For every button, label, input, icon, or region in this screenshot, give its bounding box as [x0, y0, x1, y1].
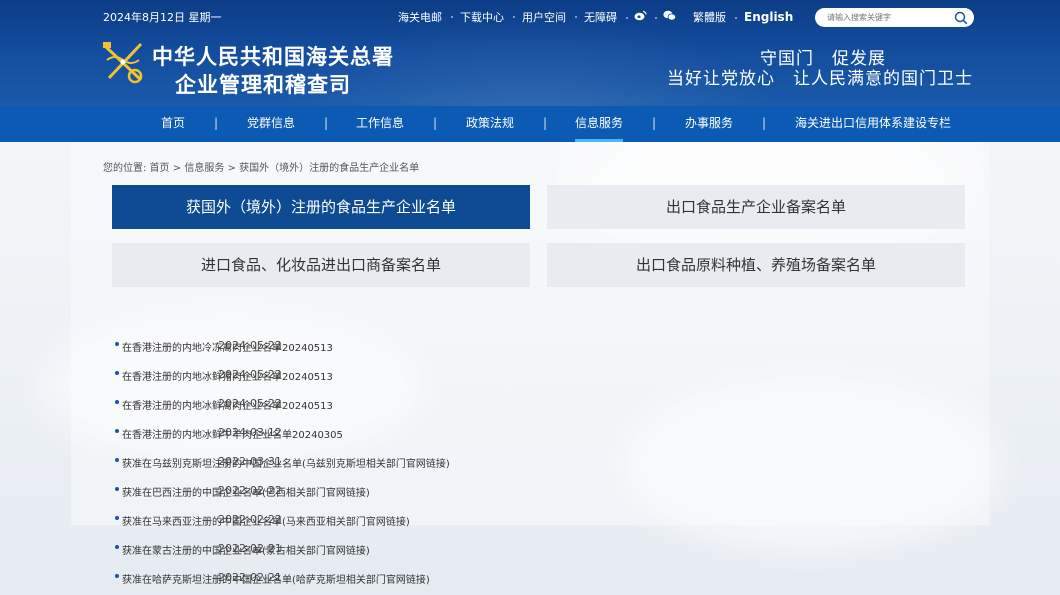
search-input[interactable] — [827, 10, 945, 25]
list-item: 获准在蒙古注册的中国企业名单(蒙古相关部门官网链接) 2022-02-21 — [115, 534, 966, 563]
nav-item-credit-system[interactable]: 海关进出口信用体系建设专栏 — [795, 106, 951, 142]
nav-item-party-info[interactable]: 党群信息 — [247, 106, 295, 142]
slogan-line2: 当好让党放心 让人民满意的国门卫士 — [667, 69, 973, 89]
nav-separator: | — [762, 116, 767, 130]
link-user-space[interactable]: 用户空间 — [513, 9, 575, 25]
tab-raw-material-farms[interactable]: 出口食品原料种植、养殖场备案名单 — [547, 243, 965, 287]
list-item-date: 2022-02-21 — [218, 571, 282, 584]
list-item-date: 2024-03-12 — [218, 426, 282, 439]
breadcrumb-separator: > — [227, 163, 236, 174]
current-date: 2024年8月12日 星期一 — [103, 11, 222, 24]
link-download-center[interactable]: 下载中心 — [451, 9, 513, 25]
list-item: 在香港注册的内地冰鲜禽肉企业名单20240513 2024-05-22 — [115, 389, 966, 418]
link-customs-email[interactable]: 海关电邮 — [389, 9, 451, 25]
search-box — [815, 8, 974, 27]
link-english[interactable]: English — [735, 10, 802, 24]
list-item-date: 2022-03-31 — [218, 455, 282, 468]
bullet-icon — [115, 342, 119, 346]
bullet-icon — [115, 371, 119, 375]
nav-item-info-service[interactable]: 信息服务 — [575, 106, 624, 142]
breadcrumb-info-service[interactable]: 信息服务 — [184, 163, 224, 174]
notice-list: 在香港注册的内地冷冻禽肉企业名单20240513 2024-05-22 在香港注… — [115, 331, 966, 592]
list-item: 获准在乌兹别克斯坦注册的中国企业名单(乌兹别克斯坦相关部门官网链接) 2022-… — [115, 447, 966, 476]
list-item-date: 2024-05-22 — [218, 339, 282, 352]
list-item-date: 2022-02-21 — [218, 542, 282, 555]
list-item: 获准在马来西亚注册的中国企业名单(马来西亚相关部门官网链接) 2022-02-2… — [115, 505, 966, 534]
wechat-icon[interactable] — [655, 10, 684, 24]
bullet-icon — [115, 545, 119, 549]
list-item: 在香港注册的内地冰鲜猪肉企业名单20240513 2024-05-22 — [115, 360, 966, 389]
bullet-icon — [115, 400, 119, 404]
nav-separator: | — [652, 116, 657, 130]
link-traditional-chinese[interactable]: 繁體版 — [684, 9, 735, 25]
site-title-line1: 中华人民共和国海关总署 — [152, 44, 394, 69]
tab-import-filing[interactable]: 进口食品、化妆品进出口商备案名单 — [112, 243, 530, 287]
bullet-icon — [115, 429, 119, 433]
link-accessibility[interactable]: 无障碍 — [575, 9, 626, 25]
bullet-icon — [115, 458, 119, 462]
nav-item-home[interactable]: 首页 — [161, 106, 185, 142]
nav-item-policy[interactable]: 政策法规 — [466, 106, 514, 142]
breadcrumb-home[interactable]: 首页 — [150, 163, 170, 174]
nav-separator: | — [543, 116, 548, 130]
list-item-date: 2022-02-22 — [218, 484, 282, 497]
main-nav: 首页 | 党群信息 | 工作信息 | 政策法规 | 信息服务 | 办事服务 | … — [0, 106, 1060, 142]
breadcrumb-current[interactable]: 获国外（境外）注册的食品生产企业名单 — [239, 163, 419, 174]
nav-separator: | — [433, 116, 438, 130]
top-links: 海关电邮 下载中心 用户空间 无障碍 繁體版 English — [389, 6, 802, 28]
breadcrumb-separator: > — [172, 163, 182, 174]
list-item-date: 2024-05-22 — [218, 397, 282, 410]
search-icon[interactable] — [954, 11, 968, 25]
bullet-icon — [115, 574, 119, 578]
breadcrumb-prefix: 您的位置: — [103, 163, 147, 174]
list-item: 获准在巴西注册的中国企业名单(巴西相关部门官网链接) 2022-02-22 — [115, 476, 966, 505]
site-title-line2: 企业管理和稽查司 — [175, 72, 351, 97]
list-item: 获准在哈萨克斯坦注册的中国企业名单(哈萨克斯坦相关部门官网链接) 2022-02… — [115, 563, 966, 592]
nav-item-service-handling[interactable]: 办事服务 — [685, 106, 733, 142]
breadcrumb: 您的位置: 首页 > 信息服务 > 获国外（境外）注册的食品生产企业名单 — [103, 159, 419, 174]
list-item: 在香港注册的内地冷冻禽肉企业名单20240513 2024-05-22 — [115, 331, 966, 360]
nav-separator: | — [214, 116, 219, 130]
site-header: 2024年8月12日 星期一 海关电邮 下载中心 用户空间 无障碍 繁體版 En… — [0, 0, 1060, 106]
bullet-icon — [115, 487, 119, 491]
tab-overseas-registered[interactable]: 获国外（境外）注册的食品生产企业名单 — [112, 185, 530, 229]
nav-separator: | — [324, 116, 329, 130]
nav-item-work-info[interactable]: 工作信息 — [356, 106, 404, 142]
customs-emblem-icon — [103, 42, 143, 84]
list-item-date: 2022-02-22 — [218, 513, 282, 526]
list-item-date: 2024-05-22 — [218, 368, 282, 381]
weibo-icon[interactable] — [626, 10, 655, 24]
bullet-icon — [115, 516, 119, 520]
tab-export-filing[interactable]: 出口食品生产企业备案名单 — [547, 185, 965, 229]
list-item: 在香港注册的内地冰鲜牛羊肉企业名单20240305 2024-03-12 — [115, 418, 966, 447]
